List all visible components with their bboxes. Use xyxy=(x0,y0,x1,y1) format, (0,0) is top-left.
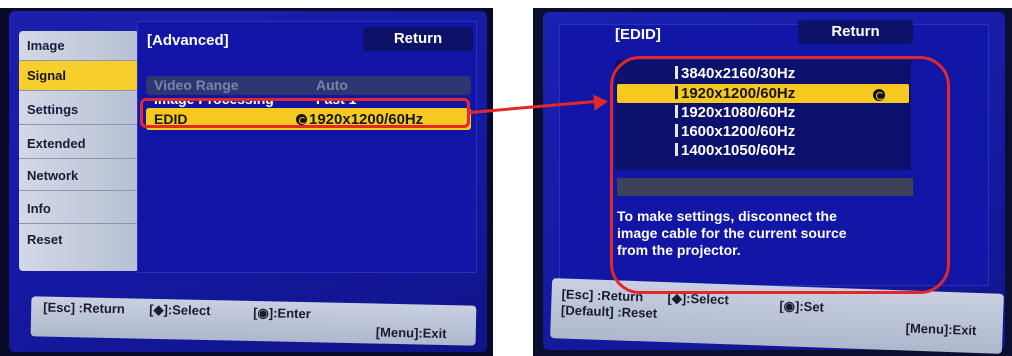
tab-reset[interactable]: Reset xyxy=(19,225,137,255)
help-exit: [Menu]:Exit xyxy=(905,320,977,338)
help-exit: [Menu]:Exit xyxy=(375,324,447,342)
advanced-panel: [Advanced] Return Video Range Auto Image… xyxy=(137,21,477,273)
panel-title: [EDID] xyxy=(615,26,661,43)
return-button[interactable]: Return xyxy=(363,27,473,51)
return-button[interactable]: Return xyxy=(798,20,913,44)
row-value: Auto xyxy=(316,77,348,93)
help-default: [Default] :Reset xyxy=(560,302,658,321)
left-photo: Image Signal Settings Extended Network I… xyxy=(0,8,493,356)
help-set: [◉]:Set xyxy=(779,298,825,315)
tab-info[interactable]: Info xyxy=(19,194,137,224)
left-projector-screen: Image Signal Settings Extended Network I… xyxy=(9,11,487,352)
edid-row-highlight-box xyxy=(140,98,470,128)
video-range-row: Video Range Auto xyxy=(146,76,471,95)
row-label: Video Range xyxy=(154,77,239,93)
panel-title: [Advanced] xyxy=(147,32,229,49)
tab-settings[interactable]: Settings xyxy=(19,95,137,125)
tab-signal[interactable]: Signal xyxy=(19,61,137,91)
tab-network[interactable]: Network xyxy=(19,161,137,191)
cropped-caption xyxy=(0,0,1012,8)
tab-extended[interactable]: Extended xyxy=(19,129,137,159)
help-return: [Esc] :Return xyxy=(43,299,126,317)
tab-image[interactable]: Image xyxy=(19,31,137,61)
help-enter: [◉]:Enter xyxy=(253,304,311,322)
help-bar: [Esc] :Return [◆]:Select [◉]:Enter [Menu… xyxy=(30,296,477,346)
help-select: [◆]:Select xyxy=(149,301,211,319)
arrow-head-icon xyxy=(593,93,609,111)
edid-options-highlight-box xyxy=(610,56,950,294)
